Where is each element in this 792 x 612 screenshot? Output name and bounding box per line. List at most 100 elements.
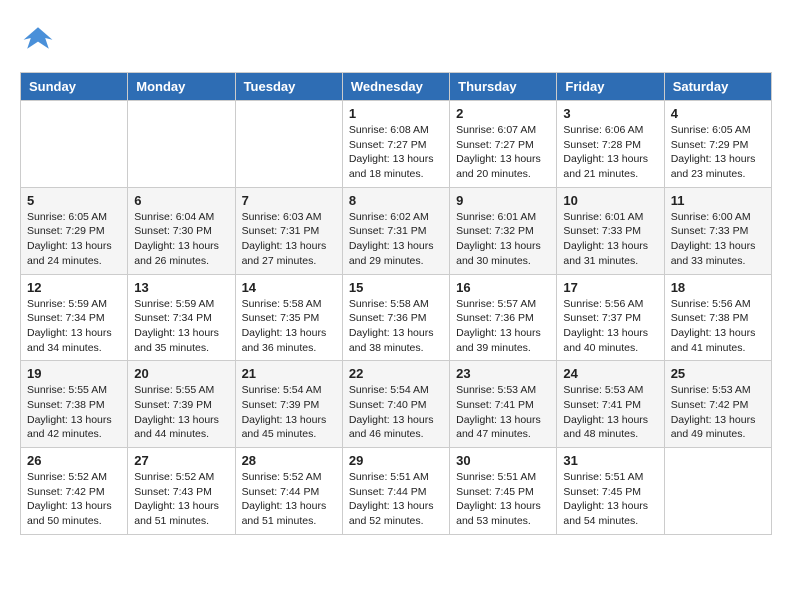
page-header bbox=[20, 20, 772, 56]
day-info: Sunrise: 5:55 AM Sunset: 7:39 PM Dayligh… bbox=[134, 383, 228, 442]
calendar-cell bbox=[235, 101, 342, 188]
day-info: Sunrise: 6:06 AM Sunset: 7:28 PM Dayligh… bbox=[563, 123, 657, 182]
calendar-cell: 17 Sunrise: 5:56 AM Sunset: 7:37 PM Dayli… bbox=[557, 274, 664, 361]
day-info: Sunrise: 5:53 AM Sunset: 7:41 PM Dayligh… bbox=[563, 383, 657, 442]
weekday-header: Monday bbox=[128, 73, 235, 101]
day-info: Sunrise: 5:53 AM Sunset: 7:42 PM Dayligh… bbox=[671, 383, 765, 442]
day-info: Sunrise: 5:54 AM Sunset: 7:39 PM Dayligh… bbox=[242, 383, 336, 442]
day-info: Sunrise: 5:52 AM Sunset: 7:44 PM Dayligh… bbox=[242, 470, 336, 529]
day-info: Sunrise: 6:05 AM Sunset: 7:29 PM Dayligh… bbox=[27, 210, 121, 269]
day-number: 17 bbox=[563, 280, 657, 295]
calendar-cell: 7 Sunrise: 6:03 AM Sunset: 7:31 PM Daylig… bbox=[235, 187, 342, 274]
day-info: Sunrise: 5:56 AM Sunset: 7:38 PM Dayligh… bbox=[671, 297, 765, 356]
day-number: 21 bbox=[242, 366, 336, 381]
day-number: 31 bbox=[563, 453, 657, 468]
calendar-cell: 3Sunrise: 6:06 AM Sunset: 7:28 PM Daylig… bbox=[557, 101, 664, 188]
day-number: 2 bbox=[456, 106, 550, 121]
day-info: Sunrise: 6:00 AM Sunset: 7:33 PM Dayligh… bbox=[671, 210, 765, 269]
calendar-cell: 16Sunrise: 5:57 AM Sunset: 7:36 PM Dayli… bbox=[450, 274, 557, 361]
day-number: 1 bbox=[349, 106, 443, 121]
day-number: 29 bbox=[349, 453, 443, 468]
calendar-week-row: 12 Sunrise: 5:59 AM Sunset: 7:34 PM Dayli… bbox=[21, 274, 772, 361]
calendar-cell: 18 Sunrise: 5:56 AM Sunset: 7:38 PM Dayli… bbox=[664, 274, 771, 361]
calendar-cell: 4 Sunrise: 6:05 AM Sunset: 7:29 PM Daylig… bbox=[664, 101, 771, 188]
calendar-cell: 27Sunrise: 5:52 AM Sunset: 7:43 PM Dayli… bbox=[128, 448, 235, 535]
day-info: Sunrise: 6:07 AM Sunset: 7:27 PM Dayligh… bbox=[456, 123, 550, 182]
day-info: Sunrise: 6:03 AM Sunset: 7:31 PM Dayligh… bbox=[242, 210, 336, 269]
calendar-cell: 6 Sunrise: 6:04 AM Sunset: 7:30 PM Daylig… bbox=[128, 187, 235, 274]
day-number: 25 bbox=[671, 366, 765, 381]
calendar-cell: 9Sunrise: 6:01 AM Sunset: 7:32 PM Daylig… bbox=[450, 187, 557, 274]
calendar-cell: 30 Sunrise: 5:51 AM Sunset: 7:45 PM Dayli… bbox=[450, 448, 557, 535]
calendar-header-row: SundayMondayTuesdayWednesdayThursdayFrid… bbox=[21, 73, 772, 101]
day-number: 13 bbox=[134, 280, 228, 295]
calendar-week-row: 5 Sunrise: 6:05 AM Sunset: 7:29 PM Daylig… bbox=[21, 187, 772, 274]
day-info: Sunrise: 5:51 AM Sunset: 7:45 PM Dayligh… bbox=[456, 470, 550, 529]
calendar-cell: 26 Sunrise: 5:52 AM Sunset: 7:42 PM Dayli… bbox=[21, 448, 128, 535]
day-info: Sunrise: 5:58 AM Sunset: 7:35 PM Dayligh… bbox=[242, 297, 336, 356]
day-info: Sunrise: 5:55 AM Sunset: 7:38 PM Dayligh… bbox=[27, 383, 121, 442]
logo bbox=[20, 20, 60, 56]
day-number: 20 bbox=[134, 366, 228, 381]
day-number: 10 bbox=[563, 193, 657, 208]
day-number: 14 bbox=[242, 280, 336, 295]
calendar-cell: 21 Sunrise: 5:54 AM Sunset: 7:39 PM Dayli… bbox=[235, 361, 342, 448]
day-info: Sunrise: 5:59 AM Sunset: 7:34 PM Dayligh… bbox=[134, 297, 228, 356]
day-number: 4 bbox=[671, 106, 765, 121]
weekday-header: Saturday bbox=[664, 73, 771, 101]
logo-bird-icon bbox=[20, 20, 56, 56]
day-number: 6 bbox=[134, 193, 228, 208]
calendar-cell: 11Sunrise: 6:00 AM Sunset: 7:33 PM Dayli… bbox=[664, 187, 771, 274]
weekday-header: Wednesday bbox=[342, 73, 449, 101]
calendar-cell bbox=[664, 448, 771, 535]
day-number: 16 bbox=[456, 280, 550, 295]
calendar-cell: 5 Sunrise: 6:05 AM Sunset: 7:29 PM Daylig… bbox=[21, 187, 128, 274]
day-number: 5 bbox=[27, 193, 121, 208]
calendar-cell: 14 Sunrise: 5:58 AM Sunset: 7:35 PM Dayli… bbox=[235, 274, 342, 361]
day-info: Sunrise: 5:53 AM Sunset: 7:41 PM Dayligh… bbox=[456, 383, 550, 442]
weekday-header: Friday bbox=[557, 73, 664, 101]
day-info: Sunrise: 6:04 AM Sunset: 7:30 PM Dayligh… bbox=[134, 210, 228, 269]
day-number: 7 bbox=[242, 193, 336, 208]
day-number: 12 bbox=[27, 280, 121, 295]
calendar-week-row: 19 Sunrise: 5:55 AM Sunset: 7:38 PM Dayli… bbox=[21, 361, 772, 448]
calendar-cell: 8Sunrise: 6:02 AM Sunset: 7:31 PM Daylig… bbox=[342, 187, 449, 274]
calendar-cell: 29 Sunrise: 5:51 AM Sunset: 7:44 PM Dayli… bbox=[342, 448, 449, 535]
day-number: 27 bbox=[134, 453, 228, 468]
day-number: 19 bbox=[27, 366, 121, 381]
calendar-cell: 22 Sunrise: 5:54 AM Sunset: 7:40 PM Dayli… bbox=[342, 361, 449, 448]
day-info: Sunrise: 5:52 AM Sunset: 7:42 PM Dayligh… bbox=[27, 470, 121, 529]
day-info: Sunrise: 5:56 AM Sunset: 7:37 PM Dayligh… bbox=[563, 297, 657, 356]
day-info: Sunrise: 6:08 AM Sunset: 7:27 PM Dayligh… bbox=[349, 123, 443, 182]
day-number: 22 bbox=[349, 366, 443, 381]
calendar-cell: 23Sunrise: 5:53 AM Sunset: 7:41 PM Dayli… bbox=[450, 361, 557, 448]
calendar-cell: 24 Sunrise: 5:53 AM Sunset: 7:41 PM Dayli… bbox=[557, 361, 664, 448]
day-number: 15 bbox=[349, 280, 443, 295]
day-number: 8 bbox=[349, 193, 443, 208]
weekday-header: Thursday bbox=[450, 73, 557, 101]
calendar-week-row: 1 Sunrise: 6:08 AM Sunset: 7:27 PM Daylig… bbox=[21, 101, 772, 188]
day-number: 26 bbox=[27, 453, 121, 468]
day-number: 30 bbox=[456, 453, 550, 468]
calendar-table: SundayMondayTuesdayWednesdayThursdayFrid… bbox=[20, 72, 772, 535]
day-info: Sunrise: 5:51 AM Sunset: 7:44 PM Dayligh… bbox=[349, 470, 443, 529]
calendar-cell: 28 Sunrise: 5:52 AM Sunset: 7:44 PM Dayli… bbox=[235, 448, 342, 535]
day-number: 24 bbox=[563, 366, 657, 381]
weekday-header: Sunday bbox=[21, 73, 128, 101]
calendar-cell: 19 Sunrise: 5:55 AM Sunset: 7:38 PM Dayli… bbox=[21, 361, 128, 448]
calendar-cell bbox=[21, 101, 128, 188]
day-info: Sunrise: 6:01 AM Sunset: 7:32 PM Dayligh… bbox=[456, 210, 550, 269]
day-info: Sunrise: 5:59 AM Sunset: 7:34 PM Dayligh… bbox=[27, 297, 121, 356]
calendar-cell: 31 Sunrise: 5:51 AM Sunset: 7:45 PM Dayli… bbox=[557, 448, 664, 535]
day-info: Sunrise: 5:54 AM Sunset: 7:40 PM Dayligh… bbox=[349, 383, 443, 442]
calendar-cell: 13 Sunrise: 5:59 AM Sunset: 7:34 PM Dayli… bbox=[128, 274, 235, 361]
calendar-cell: 20 Sunrise: 5:55 AM Sunset: 7:39 PM Dayli… bbox=[128, 361, 235, 448]
weekday-header: Tuesday bbox=[235, 73, 342, 101]
day-info: Sunrise: 6:01 AM Sunset: 7:33 PM Dayligh… bbox=[563, 210, 657, 269]
day-number: 18 bbox=[671, 280, 765, 295]
day-number: 28 bbox=[242, 453, 336, 468]
day-info: Sunrise: 6:05 AM Sunset: 7:29 PM Dayligh… bbox=[671, 123, 765, 182]
calendar-cell: 25 Sunrise: 5:53 AM Sunset: 7:42 PM Dayli… bbox=[664, 361, 771, 448]
calendar-cell: 10 Sunrise: 6:01 AM Sunset: 7:33 PM Dayli… bbox=[557, 187, 664, 274]
day-info: Sunrise: 5:51 AM Sunset: 7:45 PM Dayligh… bbox=[563, 470, 657, 529]
